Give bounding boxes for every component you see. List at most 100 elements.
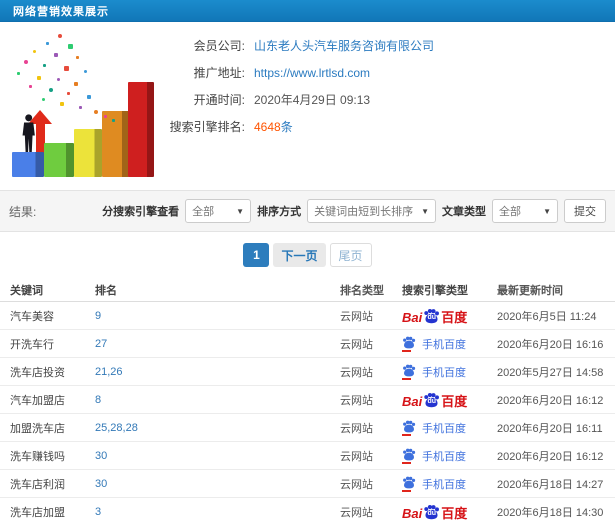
promo-url-label: 推广地址: — [193, 66, 245, 80]
col-rank-type: 排名类型 — [340, 284, 384, 297]
rank-type-cell: 云网站 — [340, 310, 373, 323]
rank-count-label: 搜索引擎排名: — [169, 120, 245, 134]
baidu-paw-icon — [402, 336, 416, 352]
baidu-paw-icon — [402, 448, 416, 464]
info-row-rank-count: 搜索引擎排名: 4648 条 — [155, 113, 434, 140]
baidu-paw-icon: du — [423, 308, 440, 324]
open-time-value: 2020年4月29日 09:13 — [254, 93, 371, 107]
confetti-dot — [76, 56, 79, 59]
illustration-bar — [44, 143, 74, 177]
rank-type-cell: 云网站 — [340, 366, 373, 379]
table-header-row: 关键词 排名 排名类型 搜索引擎类型 最新更新时间 — [0, 278, 615, 302]
mobile-baidu-logo: 手机百度 — [402, 420, 466, 436]
rank-link[interactable]: 27 — [95, 338, 340, 350]
time-cell: 2020年6月18日 14:30 — [497, 506, 604, 519]
company-label: 会员公司: — [193, 39, 245, 53]
keyword-cell: 洗车店加盟 — [10, 506, 65, 519]
promo-url-link[interactable]: https://www.lrtlsd.com — [254, 66, 370, 80]
confetti-dot — [33, 50, 36, 53]
last-page-button[interactable]: 尾页 — [329, 243, 372, 267]
table-row: 汽车美容 9 云网站 Bai du 百度 2020年6月5日 11:24 — [0, 302, 615, 330]
baidu-logo: Bai du 百度 — [402, 308, 468, 325]
engine-cell: 手机百度 — [402, 420, 497, 436]
rank-type-cell: 云网站 — [340, 422, 373, 435]
rank-link[interactable]: 8 — [95, 394, 340, 406]
businessman-figure — [21, 114, 36, 154]
result-label: 结果: — [9, 204, 37, 219]
page-header: 网络营销效果展示 — [0, 0, 615, 22]
rank-link[interactable]: 9 — [95, 310, 340, 322]
engine-filter-value: 全部 — [192, 206, 215, 218]
table-body: 汽车美容 9 云网站 Bai du 百度 2020年6月5日 11:24 开洗车行 27 云网站手… — [0, 302, 615, 520]
time-cell: 2020年6月20日 16:11 — [497, 422, 603, 435]
chevron-down-icon: ▼ — [543, 206, 551, 216]
confetti-dot — [54, 53, 58, 57]
time-cell: 2020年6月5日 11:24 — [497, 310, 597, 323]
keyword-cell: 加盟洗车店 — [10, 422, 65, 435]
baidu-paw-icon — [402, 476, 416, 492]
time-cell: 2020年6月20日 16:16 — [497, 338, 604, 351]
rank-type-cell: 云网站 — [340, 338, 373, 351]
engine-filter-label: 分搜索引擎查看 — [102, 206, 180, 218]
baidu-logo: Bai du 百度 — [402, 392, 468, 409]
rank-link[interactable]: 30 — [95, 450, 340, 462]
mobile-baidu-logo: 手机百度 — [402, 448, 466, 464]
hero-section: 会员公司: 山东老人头汽车服务咨询有限公司 推广地址: https://www.… — [0, 22, 615, 190]
confetti-dot — [64, 66, 69, 71]
illustration-bar — [12, 152, 44, 177]
info-row-url: 推广地址: https://www.lrtlsd.com — [155, 59, 434, 86]
confetti-dot — [37, 76, 41, 80]
keyword-cell: 开洗车行 — [10, 338, 54, 351]
rank-count-unit: 条 — [280, 120, 293, 134]
submit-button[interactable]: 提交 — [564, 199, 606, 223]
keyword-cell: 洗车店投资 — [10, 366, 65, 379]
rank-link[interactable]: 21,26 — [95, 366, 340, 378]
rank-link[interactable]: 30 — [95, 478, 340, 490]
rank-type-cell: 云网站 — [340, 450, 373, 463]
confetti-dot — [58, 34, 62, 38]
confetti-dot — [17, 72, 20, 75]
col-time: 最新更新时间 — [497, 284, 563, 297]
time-cell: 2020年6月20日 16:12 — [497, 450, 604, 463]
article-type-value: 全部 — [499, 206, 521, 218]
table-row: 加盟洗车店 25,28,28 云网站 手机百度 2020年6月20日 16:11 — [0, 414, 615, 442]
pagination: 1 下一页 尾页 — [0, 243, 615, 267]
col-rank: 排名 — [95, 284, 117, 297]
open-time-label: 开通时间: — [193, 93, 245, 107]
engine-filter-select[interactable]: 全部 ▼ — [185, 199, 252, 223]
rank-type-cell: 云网站 — [340, 394, 373, 407]
results-table: 关键词 排名 排名类型 搜索引擎类型 最新更新时间 汽车美容 9 云网站 Bai du 百… — [0, 278, 615, 520]
filter-controls: 分搜索引擎查看 全部 ▼ 排序方式 关键词由短到长排序 ▼ 文章类型 全部 ▼ … — [102, 199, 606, 223]
engine-cell: Bai du 百度 — [402, 308, 497, 324]
sort-filter-select[interactable]: 关键词由短到长排序 ▼ — [307, 199, 436, 223]
confetti-dot — [68, 44, 73, 49]
rank-link[interactable]: 25,28,28 — [95, 422, 340, 434]
mobile-baidu-logo: 手机百度 — [402, 364, 466, 380]
company-name-link[interactable]: 山东老人头汽车服务咨询有限公司 — [254, 37, 434, 54]
confetti-dot — [67, 92, 70, 95]
next-page-button[interactable]: 下一页 — [273, 243, 326, 267]
confetti-dot — [60, 102, 64, 106]
sort-filter-label: 排序方式 — [257, 206, 302, 218]
page-1-button[interactable]: 1 — [243, 243, 270, 267]
confetti-dot — [46, 42, 49, 45]
chevron-down-icon: ▼ — [236, 206, 245, 216]
info-row-open-time: 开通时间: 2020年4月29日 09:13 — [155, 86, 434, 113]
confetti-dot — [79, 106, 82, 109]
rank-type-cell: 云网站 — [340, 478, 373, 491]
info-row-company: 会员公司: 山东老人头汽车服务咨询有限公司 — [155, 32, 434, 59]
engine-cell: 手机百度 — [402, 448, 497, 464]
mobile-baidu-logo: 手机百度 — [402, 476, 466, 492]
rank-link[interactable]: 3 — [95, 506, 340, 518]
engine-cell: 手机百度 — [402, 336, 497, 352]
table-row: 洗车店利润 30 云网站 手机百度 2020年6月18日 14:27 — [0, 470, 615, 498]
keyword-cell: 洗车店利润 — [10, 478, 65, 491]
article-type-select[interactable]: 全部 ▼ — [492, 199, 558, 223]
illustration-bar — [102, 111, 129, 177]
table-row: 汽车加盟店 8 云网站 Bai du 百度 2020年6月20日 16:12 — [0, 386, 615, 414]
confetti-dot — [57, 78, 60, 81]
article-type-label: 文章类型 — [442, 206, 486, 218]
table-row: 洗车店投资 21,26 云网站 手机百度 2020年5月27日 14:58 — [0, 358, 615, 386]
illustration-bar — [128, 82, 154, 177]
confetti-dot — [112, 119, 115, 122]
